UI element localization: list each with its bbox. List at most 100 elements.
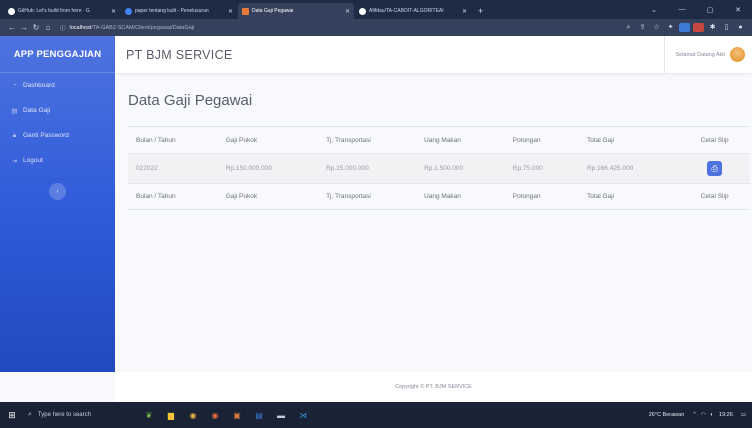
terminal-icon[interactable]: ▬ [270,406,292,424]
sidebar-item-label: Data Gaji [23,107,51,114]
sidebar-item-label: Dashboard [23,82,55,89]
chevron-left-icon: ‹ [56,188,59,195]
cell-bulan-tahun: 022022 [128,153,218,184]
sidebar-item-logout[interactable]: ⇥ Logout [0,148,115,173]
extension-icon[interactable] [693,23,704,32]
word-icon[interactable]: ▤ [248,406,270,424]
close-icon[interactable]: ✕ [462,8,467,15]
taskbar-search[interactable]: ⌕ Type here to search [24,406,132,424]
browser-tab-github[interactable]: GitHub: Let's build from here · G ✕ [4,3,120,19]
url-field[interactable]: ⓘ localhost/TA-GAB2-SCAM/Client/pegawai/… [60,22,620,34]
table-header-row: Bulan / Tahun Gaji Pokok Tj. Transportas… [128,126,750,154]
sidebar-icon[interactable]: ▯ [721,23,732,32]
weather-widget[interactable]: 26°C Berawan [649,412,685,418]
windows-start-icon[interactable]: ⊞ [0,410,24,421]
table-icon: ▤ [11,107,18,115]
sidebar-item-data-gaji[interactable]: ▤ Data Gaji [0,98,115,123]
brand-title[interactable]: APP PENGGAJIAN [0,36,115,73]
page-favicon-icon [242,7,249,15]
cell-cetak-slip: ⎙ [679,153,750,184]
search-icon: ⌕ [28,411,32,418]
window-controls: ⌄ — ▢ ✕ [640,0,752,19]
minimize-icon[interactable]: — [668,6,696,13]
column-footer: Potongan [504,183,579,210]
print-slip-button[interactable]: ⎙ [707,161,723,176]
column-header: Tj. Transportasi [318,126,417,154]
zoom-icon[interactable]: ⌕ [623,23,634,32]
chevron-up-icon[interactable]: ⌃ [692,412,697,418]
share-icon[interactable]: ⇪ [637,23,648,32]
logout-icon: ⇥ [11,157,18,165]
column-footer: Total Gaji [578,183,680,210]
browser-tab-google[interactable]: paper tentang kulit - Penelusuran ✕ [121,3,237,19]
table-row: 022022 Rp.150.000.000 Rp.15.000.000 Rp.1… [128,153,750,184]
page-title: Data Gaji Pegawai [128,92,253,109]
column-footer: Bulan / Tahun [128,183,218,210]
reload-icon[interactable]: ↻ [30,23,42,32]
network-icon[interactable]: ◠ [701,412,706,418]
back-arrow-icon[interactable]: ← [6,23,18,32]
system-tray: 26°C Berawan ⌃ ◠ ◖ 19:26 ▭ [649,402,752,428]
chrome-icon[interactable]: ◉ [182,406,204,424]
column-header: Total Gaji [578,126,680,154]
url-host: localhost [69,24,92,31]
close-window-icon[interactable]: ✕ [724,6,752,14]
close-icon[interactable]: ✕ [111,8,116,15]
cell-total-gaji: Rp.166.425.000 [578,153,680,184]
extension-icon[interactable] [679,23,690,32]
search-placeholder: Type here to search [37,412,91,418]
star-icon[interactable]: ☆ [651,23,662,32]
os-taskbar: ⊞ ⌕ Type here to search ❦ ▆ ◉ ◉ ▣ ▤ ▬ ⋊ … [0,402,752,428]
sidebar-toggle-button[interactable]: ‹ [49,183,66,200]
profile-icon[interactable]: ● [735,23,746,32]
tab-title: Data Gaji Pegawai [252,8,294,14]
vscode-icon[interactable]: ⋊ [292,406,314,424]
google-icon [125,7,132,15]
salary-table: Bulan / Tahun Gaji Pokok Tj. Transportas… [128,126,750,210]
app-icon[interactable]: ▣ [226,406,248,424]
browser-address-bar: ← → ↻ ⌂ ⓘ localhost/TA-GAB2-SCAM/Client/… [0,19,752,36]
browser-toolbar-icons: ⌕ ⇪ ☆ ✦ ✱ ▯ ● [620,23,752,32]
github-icon [8,7,15,15]
salary-table-container: Bulan / Tahun Gaji Pokok Tj. Transportas… [128,126,750,210]
cell-tj-transportasi: Rp.15.000.000 [318,153,417,184]
cell-gaji-pokok: Rp.150.000.000 [217,153,319,184]
new-tab-button[interactable]: + [472,3,489,19]
github-icon [359,7,366,15]
cell-potongan: Rp.75.000 [504,153,579,184]
avatar [730,47,745,62]
column-header: Potongan [504,126,579,154]
column-footer: Cetal Slip [679,183,750,210]
close-icon[interactable]: ✕ [345,8,350,15]
sidebar: APP PENGGAJIAN ◔ Dashboard ▤ Data Gaji 🔒… [0,36,115,372]
page-footer: Copyright © PT. BJM SERVICE [115,372,752,402]
sidebar-item-label: Ganti Password [23,132,69,139]
sidebar-item-dashboard[interactable]: ◔ Dashboard [0,73,115,98]
notification-icon[interactable]: ▭ [741,412,746,418]
dashboard-icon: ◔ [12,82,17,89]
browser-tab-github-repo[interactable]: Afifdau/TA-CABOIT-ALGORITEAI ✕ [355,3,471,19]
copyright-text: Copyright © PT. BJM SERVICE [395,384,472,390]
column-footer: Uang Makan [416,183,505,210]
info-icon[interactable]: ⓘ [60,24,66,32]
clock[interactable]: 19:26 [719,412,733,419]
close-icon[interactable]: ✕ [228,8,233,15]
file-explorer-icon[interactable]: ▆ [160,406,182,424]
print-icon: ⎙ [711,163,718,173]
sidebar-item-ganti-password[interactable]: 🔒︎ Ganti Password [0,123,115,148]
browser-icon[interactable]: ◉ [204,406,226,424]
app-icon[interactable]: ❦ [138,406,160,424]
home-icon[interactable]: ⌂ [42,23,54,32]
speaker-icon[interactable]: ◖ [710,412,713,418]
chevron-down-icon[interactable]: ⌄ [640,6,668,14]
puzzle-icon[interactable]: ✱ [707,23,718,32]
browser-tab-data-gaji[interactable]: Data Gaji Pegawai ✕ [238,3,354,19]
table-footer-row: Bulan / Tahun Gaji Pokok Tj. Transportas… [128,183,750,210]
tab-title: paper tentang kulit - Penelusuran [135,8,209,14]
extension-icon[interactable]: ✦ [665,23,676,32]
forward-arrow-icon[interactable]: → [18,23,30,32]
sidebar-item-label: Logout [23,157,43,164]
taskbar-apps: ❦ ▆ ◉ ◉ ▣ ▤ ▬ ⋊ [138,406,314,424]
user-dropdown[interactable]: Selamat Datang Alzi [664,36,752,73]
maximize-icon[interactable]: ▢ [696,6,724,14]
